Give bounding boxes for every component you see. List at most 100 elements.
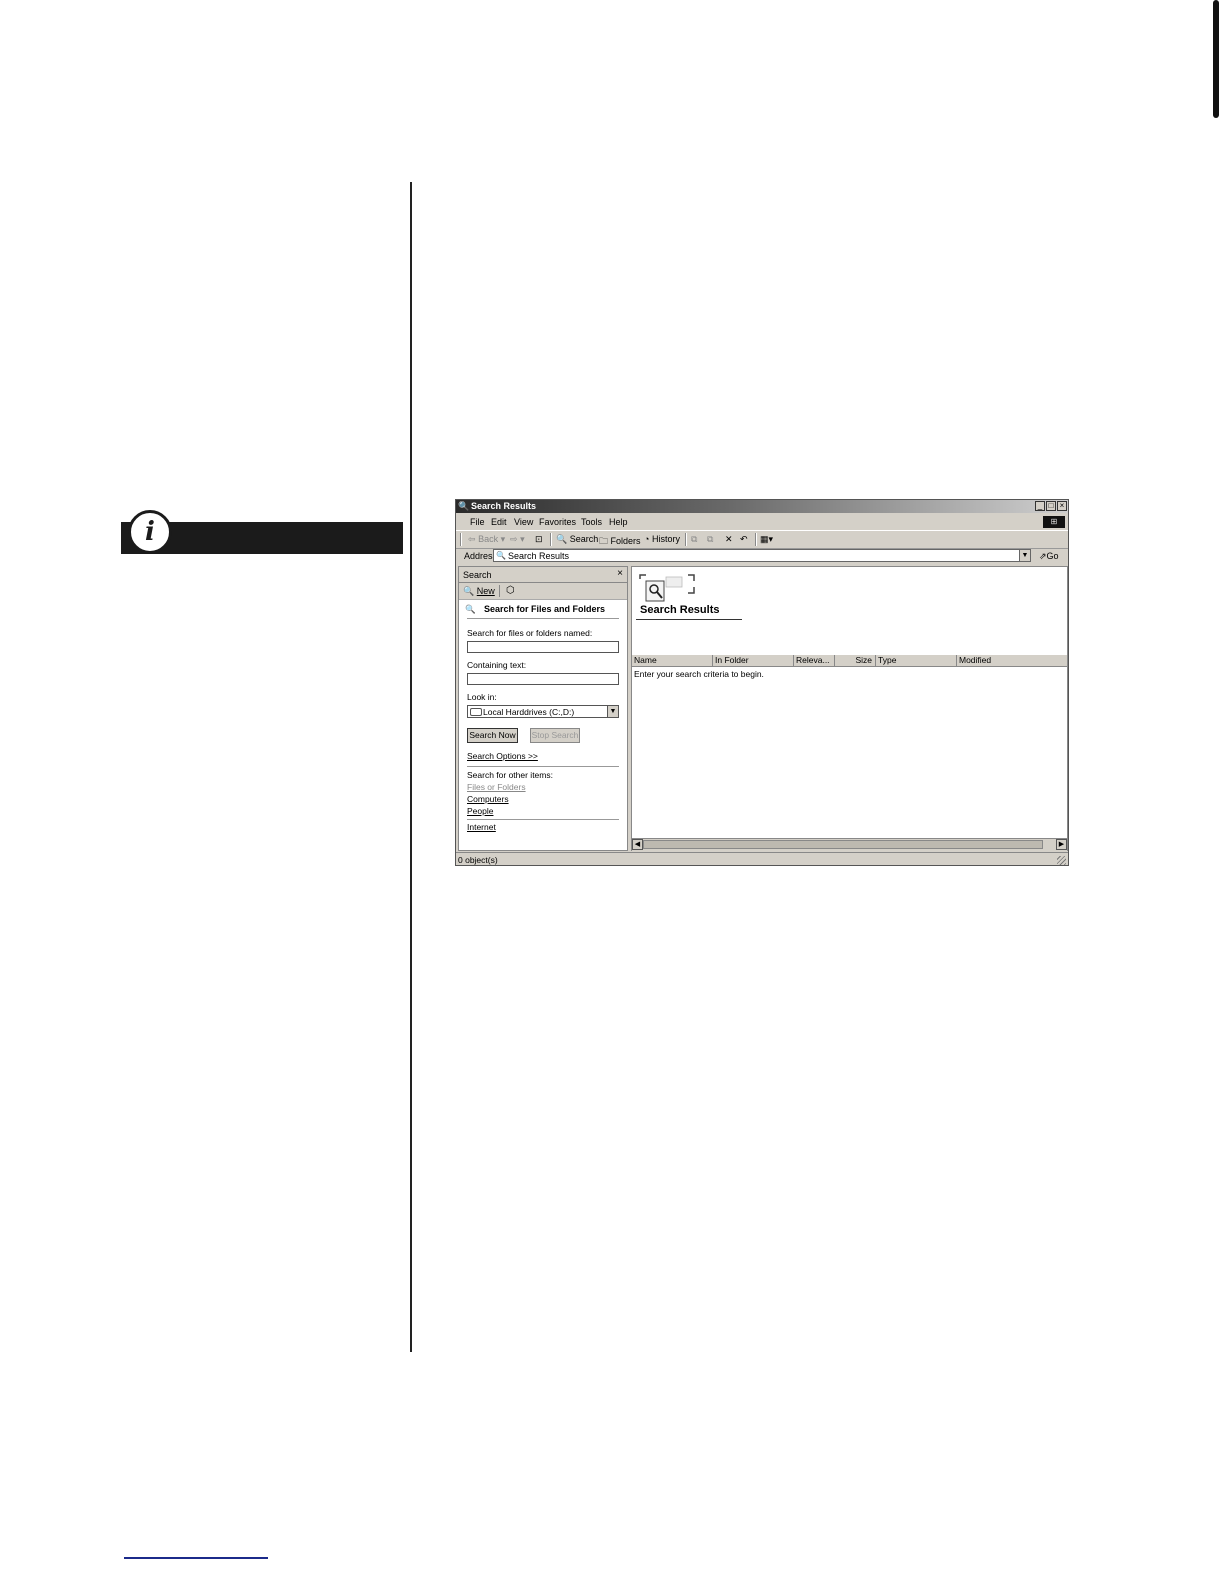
windows-logo-icon: ⊞ <box>1043 516 1065 528</box>
delete-button[interactable]: ✕ <box>725 534 733 545</box>
info-icon: i <box>128 510 172 554</box>
undo-icon: ↶ <box>740 534 748 544</box>
window-icon: 🔍 <box>458 501 470 511</box>
toolbar-separator <box>460 533 462 546</box>
search-results-icon <box>639 574 695 602</box>
search-heading: Search for Files and Folders <box>484 604 606 614</box>
views-button[interactable]: ▦▾ <box>760 534 773 545</box>
search-files-icon: 🔍 <box>465 604 476 614</box>
back-arrow-icon: ⇦ <box>468 534 476 544</box>
status-bar: 0 object(s) <box>456 852 1068 866</box>
forward-button[interactable]: ⇨ ▾ <box>510 534 525 545</box>
containing-input[interactable] <box>467 673 619 685</box>
results-title: Search Results <box>640 604 720 616</box>
address-bar: Address 🔍 Search Results ▼ ⇗Go <box>456 548 1068 564</box>
results-panel: Search Results Name In Folder Releva... … <box>631 566 1068 851</box>
menu-view[interactable]: View <box>514 517 533 527</box>
divider <box>467 766 619 767</box>
lookin-select[interactable]: Local Harddrives (C:,D:) ▼ <box>467 705 619 718</box>
move-to-icon: ⧉ <box>691 534 698 544</box>
dropdown-arrow-icon: ▾ <box>500 534 506 544</box>
search-pane-toolbar: 🔍 New ⬡ <box>459 583 627 600</box>
history-label: History <box>651 534 680 544</box>
stop-search-button[interactable]: Stop Search <box>530 728 580 743</box>
address-dropdown-button[interactable]: ▼ <box>1019 550 1030 561</box>
search-assistant-icon[interactable]: ⬡ <box>506 585 515 596</box>
menu-favorites[interactable]: Favorites <box>539 517 576 527</box>
files-or-folders-link[interactable]: Files or Folders <box>467 782 526 792</box>
go-button[interactable]: ⇗Go <box>1039 551 1059 562</box>
resize-grip-icon[interactable] <box>1057 856 1066 865</box>
column-relevance[interactable]: Releva... <box>794 655 835 666</box>
internet-link[interactable]: Internet <box>467 822 496 832</box>
delete-icon: ✕ <box>725 534 733 544</box>
results-message: Enter your search criteria to begin. <box>634 669 764 679</box>
horizontal-scrollbar[interactable]: ◀ ▶ <box>632 838 1067 851</box>
views-icon: ▦▾ <box>760 534 774 544</box>
search-button[interactable]: 🔍 Search <box>556 534 598 545</box>
go-arrow-icon: ⇗ <box>1039 551 1047 561</box>
scroll-left-icon[interactable]: ◀ <box>632 839 643 850</box>
toolbar: ⇦ Back ▾ ⇨ ▾ ⊡ 🔍 Search 🗀 Folders ◔ Hist… <box>456 530 1068 549</box>
maximize-button[interactable]: □ <box>1046 501 1056 511</box>
scroll-right-icon[interactable]: ▶ <box>1056 839 1067 850</box>
search-pane: Search × 🔍 New ⬡ 🔍 Search for Files and … <box>458 566 628 851</box>
containing-label: Containing text: <box>467 660 527 670</box>
back-label: Back <box>478 534 499 544</box>
minimize-button[interactable]: _ <box>1035 501 1045 511</box>
column-size[interactable]: Size <box>835 655 876 666</box>
other-items-label: Search for other items: <box>467 770 553 780</box>
hard-drive-icon <box>470 708 482 716</box>
undo-button[interactable]: ↶ <box>740 534 748 545</box>
go-label: Go <box>1046 551 1059 561</box>
magnifier-icon: 🔍 <box>463 586 475 596</box>
menu-file[interactable]: File <box>470 517 485 527</box>
named-input[interactable] <box>467 641 619 653</box>
menu-tools[interactable]: Tools <box>581 517 602 527</box>
search-options-link[interactable]: Search Options >> <box>467 751 538 761</box>
title-bar[interactable]: 🔍 Search Results _ □ × <box>456 500 1068 513</box>
up-folder-button[interactable]: ⊡ <box>535 534 543 545</box>
search-results-icon: 🔍 <box>496 551 506 560</box>
toolbar-separator <box>499 585 500 597</box>
scroll-thumb[interactable] <box>643 840 1043 849</box>
lookin-dropdown-icon[interactable]: ▼ <box>607 706 618 717</box>
folders-label: Folders <box>610 536 641 546</box>
search-label: Search <box>569 534 599 544</box>
up-folder-icon: ⊡ <box>535 534 543 544</box>
close-button[interactable]: × <box>1057 501 1067 511</box>
menu-edit[interactable]: Edit <box>491 517 507 527</box>
history-button[interactable]: ◔ History <box>644 534 680 544</box>
forward-arrow-icon: ⇨ <box>510 534 518 544</box>
column-modified[interactable]: Modified <box>957 655 1067 666</box>
people-link[interactable]: People <box>467 806 493 816</box>
column-type[interactable]: Type <box>876 655 957 666</box>
toolbar-separator <box>755 533 757 546</box>
history-icon: ◔ <box>644 534 650 544</box>
search-icon: 🔍 <box>556 534 568 544</box>
copy-to-button[interactable]: ⧉ <box>707 534 713 545</box>
search-pane-header: Search × <box>459 567 627 583</box>
status-text: 0 object(s) <box>458 855 498 865</box>
dropdown-arrow-icon: ▾ <box>520 534 525 544</box>
column-name[interactable]: Name <box>632 655 713 666</box>
new-search-button[interactable]: 🔍 New <box>463 586 495 597</box>
search-now-button[interactable]: Search Now <box>467 728 518 743</box>
menu-help[interactable]: Help <box>609 517 628 527</box>
window-title: Search Results <box>471 501 537 511</box>
back-button[interactable]: ⇦ Back ▾ <box>468 534 505 545</box>
close-pane-icon[interactable]: × <box>617 568 623 579</box>
named-label: Search for files or folders named: <box>467 628 593 638</box>
move-to-button[interactable]: ⧉ <box>691 534 697 545</box>
toolbar-separator <box>550 533 552 546</box>
new-search-label: New <box>476 586 495 596</box>
divider <box>467 819 619 820</box>
computers-link[interactable]: Computers <box>467 794 509 804</box>
column-in-folder[interactable]: In Folder <box>713 655 794 666</box>
results-column-header: Name In Folder Releva... Size Type Modif… <box>632 655 1067 667</box>
footer-rule <box>124 1557 268 1559</box>
address-input[interactable]: 🔍 Search Results ▼ <box>493 549 1031 562</box>
search-results-window: 🔍 Search Results _ □ × File Edit View Fa… <box>455 499 1069 866</box>
address-value: Search Results <box>508 551 570 561</box>
results-title-underline <box>636 619 742 620</box>
